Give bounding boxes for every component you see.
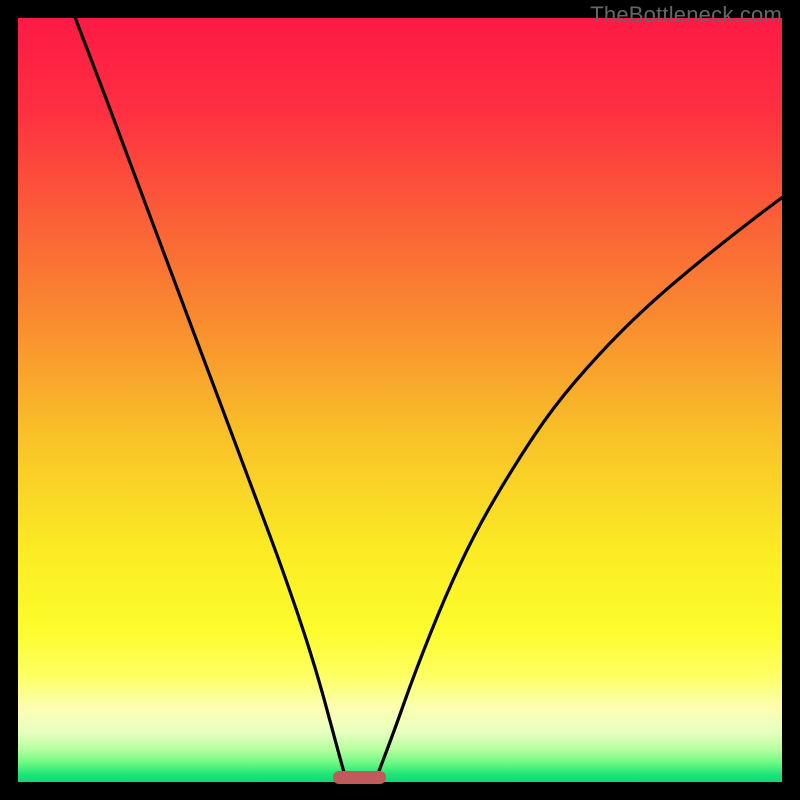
background-gradient — [18, 18, 782, 782]
optimal-marker — [333, 771, 386, 784]
plot-frame — [18, 18, 782, 782]
watermark-text: TheBottleneck.com — [590, 2, 782, 28]
